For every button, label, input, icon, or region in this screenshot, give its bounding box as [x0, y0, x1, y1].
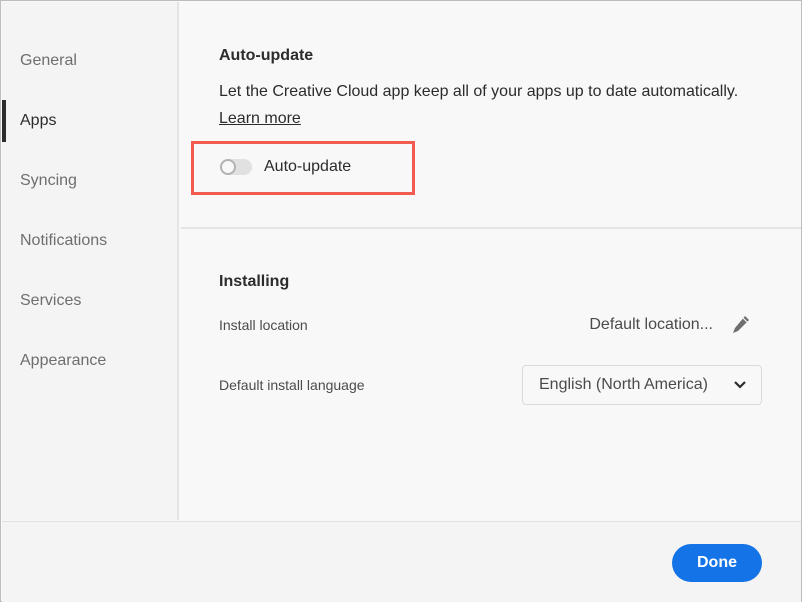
sidebar-item-general[interactable]: General	[20, 52, 77, 70]
sidebar-item-apps[interactable]: Apps	[20, 112, 56, 130]
chevron-down-icon	[734, 381, 746, 389]
language-value: English (North America)	[539, 376, 708, 393]
install-location-value: Default location...	[589, 316, 713, 333]
sidebar-item-notifications[interactable]: Notifications	[20, 232, 107, 250]
done-button[interactable]: Done	[672, 544, 762, 582]
footer: Done	[2, 521, 801, 602]
autoupdate-heading: Auto-update	[219, 47, 314, 64]
sidebar: General Apps Syncing Notifications Servi…	[2, 2, 179, 520]
installing-heading: Installing	[219, 273, 290, 290]
divider	[181, 227, 801, 229]
preferences-dialog: General Apps Syncing Notifications Servi…	[0, 0, 802, 602]
main-panel: Auto-update Let the Creative Cloud app k…	[181, 2, 801, 520]
sidebar-item-appearance[interactable]: Appearance	[20, 352, 106, 370]
language-label: Default install language	[219, 377, 365, 393]
learn-more-link[interactable]: Learn more	[219, 110, 301, 128]
toggle-knob	[220, 159, 236, 175]
autoupdate-toggle[interactable]	[220, 159, 252, 175]
sidebar-item-syncing[interactable]: Syncing	[20, 172, 77, 190]
active-indicator	[2, 100, 6, 142]
autoupdate-toggle-label: Auto-update	[264, 158, 352, 175]
sidebar-item-services[interactable]: Services	[20, 292, 81, 310]
language-select[interactable]: English (North America)	[522, 365, 762, 405]
autoupdate-description: Let the Creative Cloud app keep all of y…	[219, 83, 739, 100]
pencil-icon[interactable]	[731, 314, 751, 336]
install-location-label: Install location	[219, 317, 308, 333]
